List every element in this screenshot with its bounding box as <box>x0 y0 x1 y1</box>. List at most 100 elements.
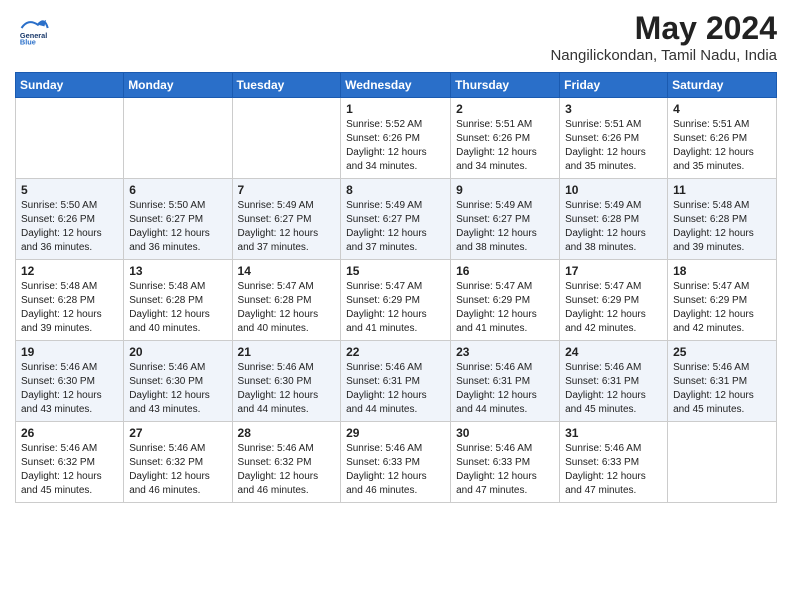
calendar-cell: 3 Sunrise: 5:51 AM Sunset: 6:26 PM Daylig… <box>560 98 668 179</box>
day-info: Sunrise: 5:51 AM Sunset: 6:26 PM Dayligh… <box>456 118 554 174</box>
calendar-cell: 7Sunrise: 5:49 AM Sunset: 6:27 PM Daylig… <box>232 179 341 260</box>
day-number: 11 <box>673 183 771 197</box>
day-info: Sunrise: 5:48 AM Sunset: 6:28 PM Dayligh… <box>21 280 118 336</box>
calendar-cell: 15Sunrise: 5:47 AM Sunset: 6:29 PM Dayli… <box>341 260 451 341</box>
day-number: 23 <box>456 345 554 359</box>
day-number: 20 <box>129 345 226 359</box>
calendar-cell: 23 Sunrise: 5:46 AM Sunset: 6:31 PM Dayli… <box>451 341 560 422</box>
calendar-week-row: 12 Sunrise: 5:48 AM Sunset: 6:28 PM Dayli… <box>16 260 777 341</box>
day-info: Sunrise: 5:46 AM Sunset: 6:31 PM Dayligh… <box>673 361 771 417</box>
day-info: Sunrise: 5:46 AM Sunset: 6:32 PM Dayligh… <box>21 442 118 498</box>
weekday-header-friday: Friday <box>560 73 668 98</box>
calendar-cell: 26 Sunrise: 5:46 AM Sunset: 6:32 PM Dayli… <box>16 422 124 503</box>
day-number: 13 <box>129 264 226 278</box>
day-info: Sunrise: 5:49 AM Sunset: 6:28 PM Dayligh… <box>565 199 662 255</box>
calendar-cell: 12 Sunrise: 5:48 AM Sunset: 6:28 PM Dayli… <box>16 260 124 341</box>
calendar-cell: 10 Sunrise: 5:49 AM Sunset: 6:28 PM Dayli… <box>560 179 668 260</box>
calendar-cell <box>232 98 341 179</box>
day-info: Sunrise: 5:48 AM Sunset: 6:28 PM Dayligh… <box>129 280 226 336</box>
day-info: Sunrise: 5:47 AM Sunset: 6:29 PM Dayligh… <box>673 280 771 336</box>
day-info: Sunrise: 5:51 AM Sunset: 6:26 PM Dayligh… <box>565 118 662 174</box>
calendar-cell: 22Sunrise: 5:46 AM Sunset: 6:31 PM Dayli… <box>341 341 451 422</box>
calendar-cell: 30 Sunrise: 5:46 AM Sunset: 6:33 PM Dayli… <box>451 422 560 503</box>
header: General Blue May 2024 Nangilickondan, Ta… <box>15 10 777 64</box>
day-info: Sunrise: 5:46 AM Sunset: 6:30 PM Dayligh… <box>238 361 336 417</box>
day-number: 24 <box>565 345 662 359</box>
day-number: 26 <box>21 426 118 440</box>
day-number: 5 <box>21 183 118 197</box>
calendar-cell: 21 Sunrise: 5:46 AM Sunset: 6:30 PM Dayli… <box>232 341 341 422</box>
day-number: 7 <box>238 183 336 197</box>
day-info: Sunrise: 5:46 AM Sunset: 6:33 PM Dayligh… <box>565 442 662 498</box>
day-number: 21 <box>238 345 336 359</box>
day-info: Sunrise: 5:46 AM Sunset: 6:30 PM Dayligh… <box>21 361 118 417</box>
calendar-header-row: SundayMondayTuesdayWednesdayThursdayFrid… <box>16 73 777 98</box>
calendar-week-row: 1Sunrise: 5:52 AM Sunset: 6:26 PM Daylig… <box>16 98 777 179</box>
day-number: 27 <box>129 426 226 440</box>
day-info: Sunrise: 5:46 AM Sunset: 6:31 PM Dayligh… <box>346 361 445 417</box>
svg-text:Blue: Blue <box>20 37 36 46</box>
calendar-cell: 11 Sunrise: 5:48 AM Sunset: 6:28 PM Dayli… <box>668 179 777 260</box>
calendar-cell: 27 Sunrise: 5:46 AM Sunset: 6:32 PM Dayli… <box>124 422 232 503</box>
day-info: Sunrise: 5:50 AM Sunset: 6:26 PM Dayligh… <box>21 199 118 255</box>
calendar-week-row: 5 Sunrise: 5:50 AM Sunset: 6:26 PM Daylig… <box>16 179 777 260</box>
weekday-header-saturday: Saturday <box>668 73 777 98</box>
calendar-cell: 28 Sunrise: 5:46 AM Sunset: 6:32 PM Dayli… <box>232 422 341 503</box>
day-number: 31 <box>565 426 662 440</box>
calendar-cell: 4 Sunrise: 5:51 AM Sunset: 6:26 PM Daylig… <box>668 98 777 179</box>
calendar-week-row: 19 Sunrise: 5:46 AM Sunset: 6:30 PM Dayli… <box>16 341 777 422</box>
calendar-cell <box>668 422 777 503</box>
day-number: 8 <box>346 183 445 197</box>
weekday-header-monday: Monday <box>124 73 232 98</box>
day-info: Sunrise: 5:46 AM Sunset: 6:30 PM Dayligh… <box>129 361 226 417</box>
weekday-header-tuesday: Tuesday <box>232 73 341 98</box>
calendar-cell: 19 Sunrise: 5:46 AM Sunset: 6:30 PM Dayli… <box>16 341 124 422</box>
calendar-cell: 31 Sunrise: 5:46 AM Sunset: 6:33 PM Dayli… <box>560 422 668 503</box>
calendar-body: 1Sunrise: 5:52 AM Sunset: 6:26 PM Daylig… <box>16 98 777 503</box>
logo: General Blue <box>15 10 51 46</box>
day-number: 19 <box>21 345 118 359</box>
calendar-cell: 13 Sunrise: 5:48 AM Sunset: 6:28 PM Dayli… <box>124 260 232 341</box>
title-block: May 2024 Nangilickondan, Tamil Nadu, Ind… <box>550 10 777 64</box>
day-info: Sunrise: 5:46 AM Sunset: 6:31 PM Dayligh… <box>456 361 554 417</box>
day-number: 6 <box>129 183 226 197</box>
calendar-cell: 25 Sunrise: 5:46 AM Sunset: 6:31 PM Dayli… <box>668 341 777 422</box>
calendar-cell: 24Sunrise: 5:46 AM Sunset: 6:31 PM Dayli… <box>560 341 668 422</box>
logo-icon: General Blue <box>15 10 51 46</box>
day-info: Sunrise: 5:46 AM Sunset: 6:32 PM Dayligh… <box>238 442 336 498</box>
calendar-cell: 9Sunrise: 5:49 AM Sunset: 6:27 PM Daylig… <box>451 179 560 260</box>
day-number: 18 <box>673 264 771 278</box>
day-number: 2 <box>456 102 554 116</box>
day-number: 16 <box>456 264 554 278</box>
day-info: Sunrise: 5:48 AM Sunset: 6:28 PM Dayligh… <box>673 199 771 255</box>
day-number: 28 <box>238 426 336 440</box>
day-info: Sunrise: 5:47 AM Sunset: 6:29 PM Dayligh… <box>456 280 554 336</box>
day-info: Sunrise: 5:46 AM Sunset: 6:33 PM Dayligh… <box>456 442 554 498</box>
day-number: 1 <box>346 102 445 116</box>
calendar-cell: 17Sunrise: 5:47 AM Sunset: 6:29 PM Dayli… <box>560 260 668 341</box>
day-number: 29 <box>346 426 445 440</box>
subtitle: Nangilickondan, Tamil Nadu, India <box>550 47 777 64</box>
weekday-header-thursday: Thursday <box>451 73 560 98</box>
calendar-cell: 5 Sunrise: 5:50 AM Sunset: 6:26 PM Daylig… <box>16 179 124 260</box>
weekday-header-sunday: Sunday <box>16 73 124 98</box>
calendar-cell: 1Sunrise: 5:52 AM Sunset: 6:26 PM Daylig… <box>341 98 451 179</box>
day-info: Sunrise: 5:47 AM Sunset: 6:28 PM Dayligh… <box>238 280 336 336</box>
calendar-cell: 16 Sunrise: 5:47 AM Sunset: 6:29 PM Dayli… <box>451 260 560 341</box>
day-info: Sunrise: 5:51 AM Sunset: 6:26 PM Dayligh… <box>673 118 771 174</box>
day-info: Sunrise: 5:50 AM Sunset: 6:27 PM Dayligh… <box>129 199 226 255</box>
main-title: May 2024 <box>550 10 777 47</box>
day-number: 10 <box>565 183 662 197</box>
day-number: 30 <box>456 426 554 440</box>
calendar-cell: 18 Sunrise: 5:47 AM Sunset: 6:29 PM Dayli… <box>668 260 777 341</box>
day-number: 12 <box>21 264 118 278</box>
day-number: 25 <box>673 345 771 359</box>
weekday-header-wednesday: Wednesday <box>341 73 451 98</box>
calendar-cell: 8 Sunrise: 5:49 AM Sunset: 6:27 PM Daylig… <box>341 179 451 260</box>
calendar-cell <box>16 98 124 179</box>
calendar-table: SundayMondayTuesdayWednesdayThursdayFrid… <box>15 72 777 503</box>
day-number: 3 <box>565 102 662 116</box>
day-number: 4 <box>673 102 771 116</box>
day-info: Sunrise: 5:46 AM Sunset: 6:32 PM Dayligh… <box>129 442 226 498</box>
day-info: Sunrise: 5:49 AM Sunset: 6:27 PM Dayligh… <box>346 199 445 255</box>
